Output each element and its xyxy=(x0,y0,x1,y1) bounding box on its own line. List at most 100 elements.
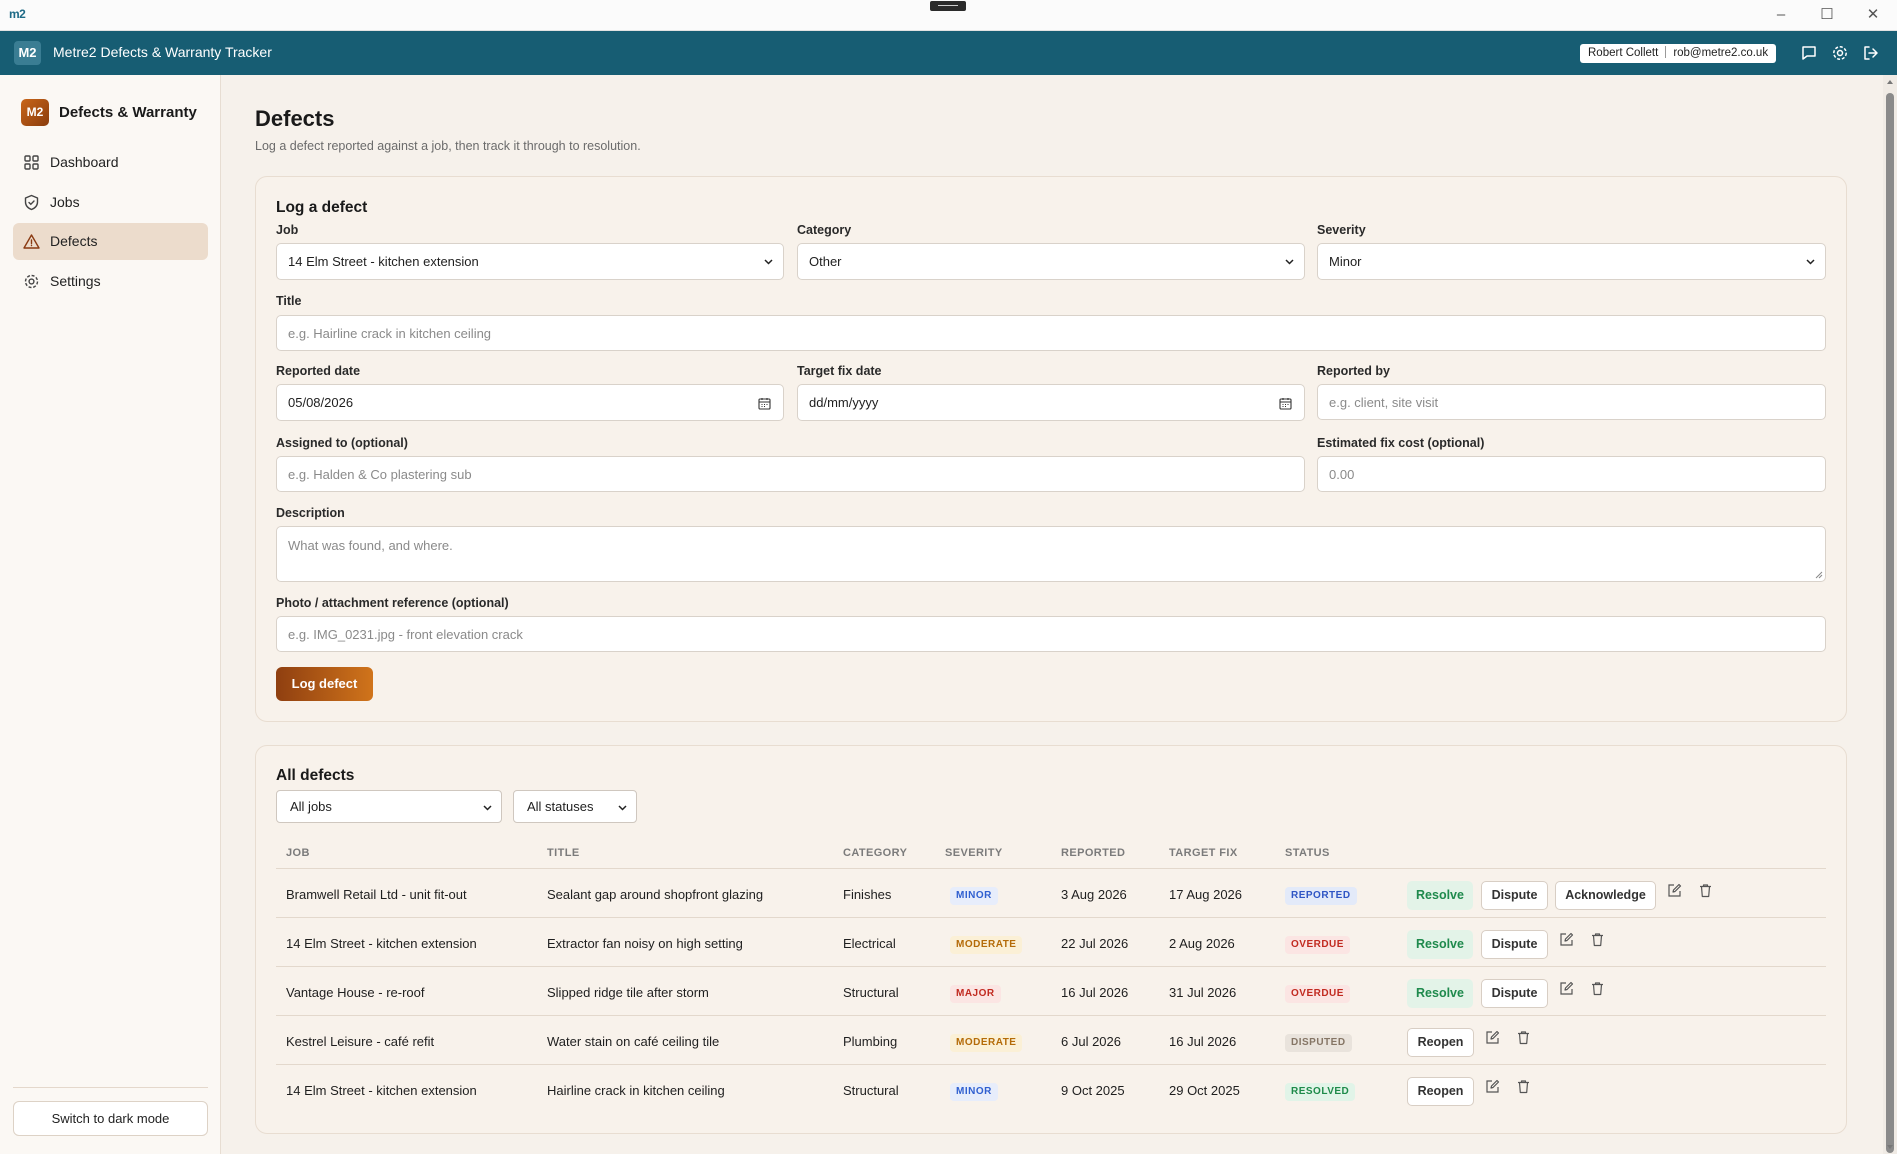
log-defect-button[interactable]: Log defect xyxy=(276,667,373,701)
edit-icon[interactable] xyxy=(1667,883,1682,898)
category-select-value: Other xyxy=(809,254,842,269)
target-fix-label: Target fix date xyxy=(797,364,882,378)
chat-icon[interactable] xyxy=(1800,44,1818,62)
delete-icon[interactable] xyxy=(1590,981,1605,996)
sidebar-item-defects[interactable]: Defects xyxy=(13,223,208,260)
close-button[interactable]: ✕ xyxy=(1858,4,1888,26)
chevron-down-icon xyxy=(1285,259,1294,265)
sidebar: M2 Defects & Warranty Dashboard Jobs Def… xyxy=(0,75,221,1154)
reported-date-input[interactable]: 05/08/2026 xyxy=(276,384,784,421)
severity-badge: MINOR xyxy=(950,887,998,905)
cell-target-fix: 29 Oct 2025 xyxy=(1169,1083,1240,1098)
sidebar-item-label: Dashboard xyxy=(50,154,119,170)
cell-job: Vantage House - re-roof xyxy=(286,985,425,1000)
edit-icon[interactable] xyxy=(1559,981,1574,996)
description-label: Description xyxy=(276,506,345,520)
dispute-button[interactable]: Dispute xyxy=(1481,979,1548,1008)
sidebar-item-label: Defects xyxy=(50,233,98,249)
assigned-to-input[interactable]: e.g. Halden & Co plastering sub xyxy=(276,456,1305,492)
window-titlebar: m2 – ☐ ✕ xyxy=(0,0,1897,31)
gear-icon[interactable] xyxy=(1831,44,1849,62)
reported-date-value: 05/08/2026 xyxy=(288,395,354,410)
scrollbar-thumb[interactable] xyxy=(1886,93,1894,1153)
status-badge: OVERDUE xyxy=(1285,985,1350,1003)
resolve-button[interactable]: Resolve xyxy=(1407,930,1473,959)
edit-icon[interactable] xyxy=(1485,1079,1500,1094)
reopen-button[interactable]: Reopen xyxy=(1407,1028,1474,1057)
sidebar-divider xyxy=(13,1087,208,1088)
delete-icon[interactable] xyxy=(1698,883,1713,898)
cell-reported: 22 Jul 2026 xyxy=(1061,936,1129,951)
cell-category: Structural xyxy=(843,985,899,1000)
severity-badge: MAJOR xyxy=(950,985,1001,1003)
severity-select[interactable]: Minor xyxy=(1317,243,1826,280)
severity-badge: MINOR xyxy=(950,1083,998,1101)
cell-target-fix: 2 Aug 2026 xyxy=(1169,936,1235,951)
job-label: Job xyxy=(276,223,299,237)
description-placeholder: What was found, and where. xyxy=(288,538,453,553)
reported-by-label: Reported by xyxy=(1317,364,1390,378)
status-badge: RESOLVED xyxy=(1285,1083,1356,1101)
edit-icon[interactable] xyxy=(1485,1030,1500,1045)
page-subtitle: Log a defect reported against a job, the… xyxy=(255,139,641,153)
resolve-button[interactable]: Resolve xyxy=(1407,881,1473,910)
severity-select-value: Minor xyxy=(1329,254,1362,269)
dark-mode-toggle-button[interactable]: Switch to dark mode xyxy=(13,1101,208,1136)
sidebar-item-jobs[interactable]: Jobs xyxy=(13,184,208,221)
sidebar-item-dashboard[interactable]: Dashboard xyxy=(13,144,208,181)
chevron-down-icon xyxy=(618,805,627,811)
calendar-icon[interactable] xyxy=(758,397,771,410)
sidebar-item-settings[interactable]: Settings xyxy=(13,263,208,300)
severity-badge: MODERATE xyxy=(950,936,1023,954)
photo-reference-input[interactable]: e.g. IMG_0231.jpg - front elevation crac… xyxy=(276,616,1826,652)
job-filter-select[interactable]: All jobs xyxy=(276,790,502,823)
cell-target-fix: 16 Jul 2026 xyxy=(1169,1034,1237,1049)
severity-label: Severity xyxy=(1317,223,1366,237)
delete-icon[interactable] xyxy=(1516,1079,1531,1094)
resolve-button[interactable]: Resolve xyxy=(1407,979,1473,1008)
job-select[interactable]: 14 Elm Street - kitchen extension xyxy=(276,243,784,280)
gear-icon xyxy=(24,274,39,289)
cell-job: Kestrel Leisure - café refit xyxy=(286,1034,435,1049)
logout-icon[interactable] xyxy=(1862,44,1880,62)
delete-icon[interactable] xyxy=(1516,1030,1531,1045)
severity-badge: MODERATE xyxy=(950,1034,1023,1052)
page-scrollbar[interactable] xyxy=(1883,75,1897,1154)
user-chip[interactable]: Robert Collett rob@metre2.co.uk xyxy=(1580,44,1777,63)
photo-label: Photo / attachment reference (optional) xyxy=(276,596,509,610)
user-email: rob@metre2.co.uk xyxy=(1673,47,1769,59)
drag-handle[interactable] xyxy=(930,1,966,11)
column-header-target-fix: TARGET FIX xyxy=(1169,847,1238,859)
log-defect-card: Log a defect Job 14 Elm Street - kitchen… xyxy=(255,176,1847,722)
description-textarea[interactable]: What was found, and where. xyxy=(276,526,1826,582)
acknowledge-button[interactable]: Acknowledge xyxy=(1555,881,1656,910)
cell-reported: 9 Oct 2025 xyxy=(1061,1083,1125,1098)
brand-logo: M2 xyxy=(21,99,49,126)
cell-reported: 16 Jul 2026 xyxy=(1061,985,1129,1000)
resize-grip-icon[interactable] xyxy=(1815,571,1823,579)
calendar-icon[interactable] xyxy=(1279,397,1292,410)
sidebar-item-label: Settings xyxy=(50,273,101,289)
brand-title: Defects & Warranty xyxy=(59,104,197,121)
category-select[interactable]: Other xyxy=(797,243,1305,280)
table-divider xyxy=(276,868,1826,869)
status-filter-select[interactable]: All statuses xyxy=(513,790,637,823)
estimated-cost-input[interactable]: 0.00 xyxy=(1317,456,1826,492)
reopen-button[interactable]: Reopen xyxy=(1407,1077,1474,1106)
cell-job: Bramwell Retail Ltd - unit fit-out xyxy=(286,887,467,902)
cell-category: Plumbing xyxy=(843,1034,898,1049)
maximize-button[interactable]: ☐ xyxy=(1812,4,1842,26)
title-input[interactable]: e.g. Hairline crack in kitchen ceiling xyxy=(276,315,1826,351)
delete-icon[interactable] xyxy=(1590,932,1605,947)
dispute-button[interactable]: Dispute xyxy=(1481,930,1548,959)
edit-icon[interactable] xyxy=(1559,932,1574,947)
row-divider xyxy=(276,1015,1826,1016)
minimize-button[interactable]: – xyxy=(1766,4,1796,26)
target-fix-date-input[interactable]: dd/mm/yyyy xyxy=(797,384,1305,421)
chevron-down-icon xyxy=(764,259,773,265)
scroll-up-icon[interactable] xyxy=(1886,78,1894,86)
reported-by-input[interactable]: e.g. client, site visit xyxy=(1317,384,1826,420)
dispute-button[interactable]: Dispute xyxy=(1481,881,1548,910)
scroll-down-icon[interactable] xyxy=(1886,1143,1894,1151)
cell-title: Water stain on café ceiling tile xyxy=(547,1034,720,1049)
